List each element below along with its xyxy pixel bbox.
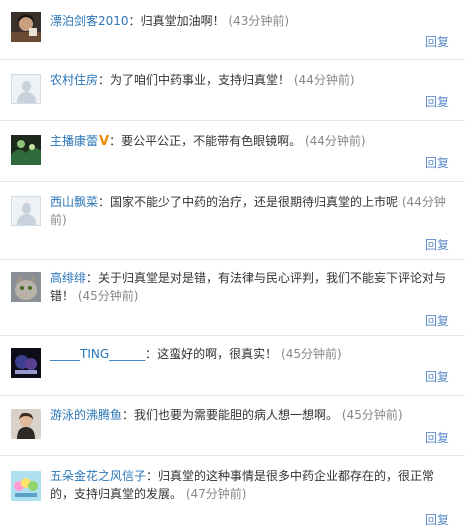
comment-body: 游泳的沸腾鱼：我们也要为需要能胆的病人想一想啊。 (45分钟前) bbox=[50, 408, 403, 422]
reply-button[interactable]: 回复 bbox=[425, 93, 449, 110]
comment-time: (44分钟前) bbox=[304, 134, 366, 148]
comment-time: (44分钟前) bbox=[293, 73, 355, 87]
comment-body: 农村住房：为了咱们中药事业，支持归真堂！ (44分钟前) bbox=[50, 73, 355, 87]
avatar[interactable] bbox=[11, 471, 41, 501]
comment-username[interactable]: 农村住房 bbox=[50, 73, 98, 87]
comment-time: (47分钟前) bbox=[185, 487, 247, 501]
reply-button[interactable]: 回复 bbox=[425, 368, 449, 385]
reply-button[interactable]: 回复 bbox=[425, 236, 449, 253]
default-user-icon bbox=[22, 203, 31, 214]
comment-body: 漂泊剑客2010：归真堂加油啊！ (43分钟前) bbox=[50, 14, 290, 28]
avatar[interactable] bbox=[11, 135, 41, 165]
comment-body: 五朵金花之风信子：归真堂的这种事情是很多中药企业都存在的，很正常的，支持归真堂的… bbox=[50, 469, 435, 501]
comment-item: 游泳的沸腾鱼：我们也要为需要能胆的病人想一想啊。 (45分钟前) 回复 bbox=[0, 396, 465, 456]
comment-username[interactable]: 高绯绯 bbox=[50, 271, 86, 285]
avatar[interactable] bbox=[11, 196, 41, 226]
comment-username[interactable]: 主播康蕾 bbox=[50, 134, 98, 148]
comment-username[interactable]: 漂泊剑客2010 bbox=[50, 14, 129, 28]
comment-text: 这蛮好的啊，很真实！ bbox=[157, 347, 278, 361]
reply-button[interactable]: 回复 bbox=[425, 33, 449, 50]
comment-body: 高绯绯：关于归真堂是对是错，有法律与民心评判，我们不能妄下评论对与错！ (45分… bbox=[50, 271, 447, 303]
comment-time: (45分钟前) bbox=[341, 408, 403, 422]
comment-item: 五朵金花之风信子：归真堂的这种事情是很多中药企业都存在的，很正常的，支持归真堂的… bbox=[0, 456, 465, 531]
reply-button[interactable]: 回复 bbox=[425, 154, 449, 171]
comment-time: (45分钟前) bbox=[281, 347, 342, 361]
comment-item: 西山飘菜：国家不能少了中药的治疗，还是很期待归真堂的上市呢 (44分钟前) 回复 bbox=[0, 182, 465, 260]
default-user-icon bbox=[22, 81, 31, 92]
comment-item: _____TING______：这蛮好的啊，很真实！ (45分钟前) 回复 bbox=[0, 336, 465, 396]
comment-time: (45分钟前) bbox=[77, 289, 139, 303]
comment-text: 我们也要为需要能胆的病人想一想啊。 bbox=[134, 408, 339, 422]
comment-username[interactable]: _____TING______ bbox=[50, 347, 145, 361]
comment-list: 漂泊剑客2010：归真堂加油啊！ (43分钟前) 回复 农村住房：为了咱们中药事… bbox=[0, 0, 465, 531]
avatar[interactable] bbox=[11, 272, 41, 302]
avatar[interactable] bbox=[11, 409, 41, 439]
avatar[interactable] bbox=[11, 348, 41, 378]
comment-item: 漂泊剑客2010：归真堂加油啊！ (43分钟前) 回复 bbox=[0, 0, 465, 60]
comment-body: 西山飘菜：国家不能少了中药的治疗，还是很期待归真堂的上市呢 (44分钟前) bbox=[50, 195, 446, 227]
comment-item: 农村住房：为了咱们中药事业，支持归真堂！ (44分钟前) 回复 bbox=[0, 60, 465, 121]
comment-text: 要公平公正，不能带有色眼镜啊。 bbox=[121, 134, 302, 148]
comment-username[interactable]: 游泳的沸腾鱼 bbox=[50, 408, 122, 422]
comment-username[interactable]: 西山飘菜 bbox=[50, 195, 98, 209]
reply-button[interactable]: 回复 bbox=[425, 312, 449, 329]
comment-body: _____TING______：这蛮好的啊，很真实！ (45分钟前) bbox=[50, 347, 342, 361]
comment-time: (43分钟前) bbox=[228, 14, 290, 28]
comment-item: 高绯绯：关于归真堂是对是错，有法律与民心评判，我们不能妄下评论对与错！ (45分… bbox=[0, 260, 465, 336]
reply-button[interactable]: 回复 bbox=[425, 511, 449, 528]
comment-text: 为了咱们中药事业，支持归真堂！ bbox=[110, 73, 291, 87]
comment-username[interactable]: 五朵金花之风信子 bbox=[50, 469, 146, 483]
avatar[interactable] bbox=[11, 12, 41, 42]
reply-button[interactable]: 回复 bbox=[425, 429, 449, 446]
avatar[interactable] bbox=[11, 74, 41, 104]
verified-v-icon: V bbox=[99, 134, 110, 149]
comment-text: 国家不能少了中药的治疗，还是很期待归真堂的上市呢 bbox=[110, 195, 399, 209]
comment-text: 归真堂加油啊！ bbox=[140, 14, 225, 28]
comment-item: 主播康蕾V：要公平公正，不能带有色眼镜啊。 (44分钟前) 回复 bbox=[0, 121, 465, 182]
comment-body: 主播康蕾V：要公平公正，不能带有色眼镜啊。 (44分钟前) bbox=[50, 134, 366, 149]
